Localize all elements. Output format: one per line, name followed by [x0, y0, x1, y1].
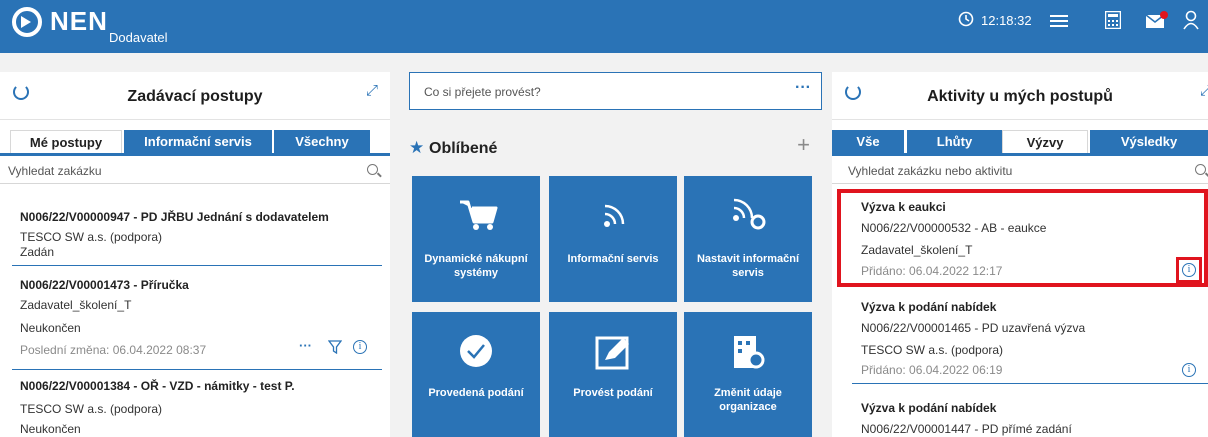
add-favorite-icon[interactable]: + [797, 132, 810, 158]
check-circle-icon [460, 335, 492, 367]
search-input[interactable]: Vyhledat zakázku nebo aktivitu [848, 164, 1012, 178]
item-line: TESCO SW a.s. (podpora) [20, 230, 163, 244]
tile-label: Dynamické nákupní systémy [424, 253, 528, 279]
tile-submitted-filings[interactable]: Provedená podání [412, 312, 540, 437]
search-input[interactable]: Vyhledat zakázku [8, 164, 102, 178]
building-settings-icon [734, 336, 765, 369]
more-icon[interactable]: ··· [795, 79, 811, 97]
tile-label: Informační servis [567, 253, 659, 265]
cart-icon [460, 200, 498, 230]
item-meta: Přidáno: 06.04.2022 06:19 [861, 363, 1003, 377]
item-status: Neukončen [20, 422, 81, 436]
panel-header: Zadávací postupy ⤢ [0, 72, 390, 120]
item-title[interactable]: N006/22/V00001473 - Příručka [20, 278, 189, 292]
top-bar: NEN Dodavatel 12:18:32 [0, 0, 1208, 53]
search-icon[interactable] [1195, 164, 1206, 175]
nen-logo-icon[interactable] [12, 7, 42, 37]
tile-label: Změnit údaje organizace [714, 387, 782, 413]
expand-icon[interactable]: ⤢ [1200, 82, 1208, 99]
calculator-icon[interactable] [1105, 11, 1121, 29]
tab-bar: Mé postupy Informační servis Všechny [0, 130, 390, 156]
list-item[interactable]: N006/22/V00001384 - OŘ - VZD - námitky -… [0, 370, 390, 437]
favorites-title: Oblíbené [429, 140, 498, 157]
item-line: N006/22/V00001447 - PD přímé zadání [861, 422, 1072, 436]
tab-bar: Vše Lhůty Výzvy Výsledky [832, 130, 1208, 156]
item-meta: Přidáno: 06.04.2022 12:17 [861, 264, 1003, 278]
tile-dynamic-purchasing[interactable]: Dynamické nákupní systémy [412, 176, 540, 302]
messages-icon[interactable] [1145, 10, 1169, 30]
tab-results[interactable]: Výsledky [1090, 130, 1208, 153]
command-input[interactable]: Co si přejete provést? ··· [409, 72, 822, 110]
item-line: TESCO SW a.s. (podpora) [20, 402, 163, 416]
info-icon[interactable]: i [1182, 363, 1196, 377]
item-line: Zadavatel_školení_T [861, 243, 973, 257]
brand-name[interactable]: NEN [50, 6, 108, 37]
panel-header: Aktivity u mých postupů ⤢ [832, 72, 1208, 120]
item-line: TESCO SW a.s. (podpora) [861, 343, 1004, 357]
tile-label: Provést podání [573, 387, 653, 399]
user-icon[interactable] [1183, 10, 1199, 30]
procurement-panel: Zadávací postupy ⤢ Mé postupy Informační… [0, 72, 390, 437]
filter-icon[interactable] [328, 340, 342, 354]
command-placeholder: Co si přejete provést? [424, 85, 541, 99]
tab-all[interactable]: Vše [832, 130, 904, 153]
item-title[interactable]: Výzva k podání nabídek [861, 401, 996, 415]
item-line: Zadavatel_školení_T [20, 298, 132, 312]
expand-icon[interactable]: ⤢ [366, 82, 378, 99]
item-title[interactable]: Výzva k eaukci [861, 200, 946, 214]
tab-all[interactable]: Všechny [274, 130, 370, 153]
item-title[interactable]: N006/22/V00000947 - PD JŘBU Jednání s do… [20, 210, 329, 224]
tile-label: Provedená podání [428, 387, 524, 399]
panel-title: Zadávací postupy [127, 88, 263, 105]
list-item[interactable]: N006/22/V00001473 - Příručka Zadavatel_š… [0, 266, 390, 357]
item-line: N006/22/V00001465 - PD uzavřená výzva [861, 321, 1086, 335]
item-title[interactable]: N006/22/V00001384 - OŘ - VZD - námitky -… [20, 379, 295, 393]
rss-settings-icon [733, 198, 766, 230]
quick-actions-panel: Co si přejete provést? ··· ★ Oblíbené + … [409, 72, 822, 437]
tile-change-organization[interactable]: Změnit údaje organizace [684, 312, 812, 437]
tab-invitations[interactable]: Výzvy [1002, 130, 1088, 153]
menu-icon[interactable] [1050, 14, 1068, 28]
search-bar: Vyhledat zakázku nebo aktivitu [832, 158, 1208, 184]
list-item[interactable]: Výzva k podání nabídek N006/22/V00001465… [832, 290, 1208, 380]
clock-icon [958, 11, 974, 27]
info-icon[interactable]: i [1182, 263, 1196, 277]
tile-information-service[interactable]: Informační servis [549, 176, 677, 302]
list-item[interactable]: Výzva k podání nabídek N006/22/V00001447… [832, 384, 1208, 437]
info-icon[interactable]: i [353, 340, 367, 354]
tab-my-procedures[interactable]: Mé postupy [10, 130, 122, 153]
brand-role: Dodavatel [109, 30, 168, 45]
tab-deadlines[interactable]: Lhůty [907, 130, 1002, 153]
rss-icon [604, 204, 625, 227]
edit-icon [595, 336, 629, 370]
tile-make-filing[interactable]: Provést podání [549, 312, 677, 437]
tab-information-service[interactable]: Informační servis [124, 130, 272, 153]
panel-title: Aktivity u mých postupů [927, 88, 1113, 105]
activities-panel: Aktivity u mých postupů ⤢ Vše Lhůty Výzv… [832, 72, 1208, 437]
item-status: Neukončen [20, 321, 81, 335]
item-meta: Poslední změna: 06.04.2022 08:37 [20, 343, 207, 357]
list-item[interactable]: N006/22/V00000947 - PD JŘBU Jednání s do… [0, 192, 390, 262]
more-icon[interactable]: ··· [299, 338, 312, 353]
search-icon[interactable] [367, 164, 378, 175]
item-title[interactable]: Výzva k podání nabídek [861, 300, 996, 314]
tile-set-information-service[interactable]: Nastavit informační servis [684, 176, 812, 302]
session-clock: 12:18:32 [981, 13, 1032, 28]
tile-label: Nastavit informační servis [696, 253, 800, 279]
item-line: N006/22/V00000532 - AB - eaukce [861, 221, 1047, 235]
star-icon: ★ [409, 138, 425, 157]
list-item[interactable]: Výzva k eaukci N006/22/V00000532 - AB - … [832, 189, 1208, 287]
item-status: Zadán [20, 245, 55, 259]
search-bar: Vyhledat zakázku [0, 158, 390, 184]
